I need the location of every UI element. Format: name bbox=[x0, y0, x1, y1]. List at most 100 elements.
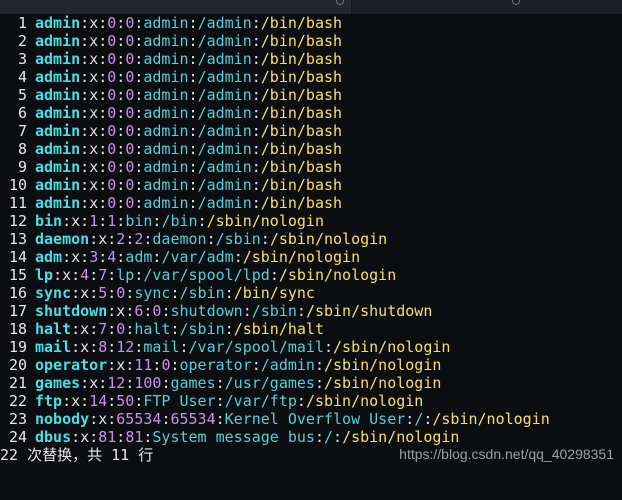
passwd-password: x bbox=[89, 50, 99, 68]
code-line[interactable]: 10 admin:x:0:0:admin:/admin:/bin/bash bbox=[0, 176, 622, 194]
field-separator: : bbox=[170, 320, 180, 338]
passwd-username: daemon bbox=[35, 230, 90, 248]
passwd-uid: 5 bbox=[98, 284, 108, 302]
field-separator: : bbox=[206, 230, 216, 248]
field-separator: : bbox=[71, 284, 81, 302]
code-line[interactable]: 7 admin:x:0:0:admin:/admin:/bin/bash bbox=[0, 122, 622, 140]
passwd-gecos: admin bbox=[143, 50, 189, 68]
code-line[interactable]: 1 admin:x:0:0:admin:/admin:/bin/bash bbox=[0, 14, 622, 32]
editor-text-area[interactable]: 1 admin:x:0:0:admin:/admin:/bin/bash 2 admi… bbox=[0, 14, 622, 446]
passwd-gecos: admin bbox=[143, 104, 189, 122]
line-number: 8 bbox=[17, 140, 27, 158]
code-line[interactable]: 8 admin:x:0:0:admin:/admin:/bin/bash bbox=[0, 140, 622, 158]
passwd-gecos: admin bbox=[143, 86, 189, 104]
field-separator: : bbox=[188, 176, 198, 194]
code-line[interactable]: 22 ftp:x:14:50:FTP User:/var/ftp:/sbin/no… bbox=[0, 392, 622, 410]
code-line[interactable]: 17 shutdown:x:6:0:shutdown:/sbin:/sbin/sh… bbox=[0, 302, 622, 320]
field-separator: : bbox=[116, 14, 126, 32]
passwd-gecos: lp bbox=[116, 266, 135, 284]
code-line[interactable]: 19 mail:x:8:12:mail:/var/spool/mail:/sbin… bbox=[0, 338, 622, 356]
passwd-home: / bbox=[324, 428, 334, 446]
code-line[interactable]: 14 adm:x:3:4:adm:/var/adm:/sbin/nologin bbox=[0, 248, 622, 266]
field-separator: : bbox=[233, 248, 243, 266]
passwd-gid: 0 bbox=[125, 68, 135, 86]
field-separator: : bbox=[125, 356, 135, 374]
code-line[interactable]: 20 operator:x:11:0:operator:/admin:/sbin/… bbox=[0, 356, 622, 374]
passwd-password: x bbox=[89, 176, 99, 194]
field-separator: : bbox=[116, 86, 126, 104]
line-content: mail:x:8:12:mail:/var/spool/mail:/sbin/n… bbox=[35, 338, 450, 356]
code-line[interactable]: 23 nobody:x:65534:65534:Kernel Overflow U… bbox=[0, 410, 622, 428]
field-separator: : bbox=[80, 374, 90, 392]
field-separator: : bbox=[71, 428, 81, 446]
passwd-gid: 0 bbox=[125, 32, 135, 50]
passwd-gid: 0 bbox=[125, 194, 135, 212]
passwd-gid: 12 bbox=[116, 338, 135, 356]
field-separator: : bbox=[251, 194, 261, 212]
field-separator: : bbox=[179, 338, 189, 356]
tab-inactive[interactable] bbox=[352, 0, 622, 14]
passwd-gid: 100 bbox=[134, 374, 162, 392]
close-icon[interactable] bbox=[512, 0, 520, 5]
passwd-gecos: FTP User bbox=[143, 392, 216, 410]
code-line[interactable]: 15 lp:x:4:7:lp:/var/spool/lpd:/sbin/nolog… bbox=[0, 266, 622, 284]
passwd-username: operator bbox=[35, 356, 108, 374]
passwd-uid: 0 bbox=[107, 140, 117, 158]
passwd-password: x bbox=[98, 410, 108, 428]
line-content: games:x:12:100:games:/usr/games:/sbin/no… bbox=[35, 374, 441, 392]
line-content: admin:x:0:0:admin:/admin:/bin/bash bbox=[35, 68, 342, 86]
code-line[interactable]: 11 admin:x:0:0:admin:/admin:/bin/bash bbox=[0, 194, 622, 212]
passwd-username: admin bbox=[35, 194, 81, 212]
code-line[interactable]: 12 bin:x:1:1:bin:/bin:/sbin/nologin bbox=[0, 212, 622, 230]
field-separator: : bbox=[98, 158, 108, 176]
passwd-gecos: admin bbox=[143, 14, 189, 32]
field-separator: : bbox=[188, 68, 198, 86]
passwd-gecos: daemon bbox=[152, 230, 207, 248]
field-separator: : bbox=[116, 428, 126, 446]
code-line[interactable]: 21 games:x:12:100:games:/usr/games:/sbin/… bbox=[0, 374, 622, 392]
field-separator: : bbox=[125, 320, 135, 338]
passwd-home: /var/ftp bbox=[224, 392, 297, 410]
line-number: 21 bbox=[8, 374, 27, 392]
line-number: 10 bbox=[8, 176, 27, 194]
passwd-home: /admin bbox=[197, 176, 252, 194]
passwd-gecos: adm bbox=[125, 248, 153, 266]
code-line[interactable]: 13 daemon:x:2:2:daemon:/sbin:/sbin/nologi… bbox=[0, 230, 622, 248]
code-line[interactable]: 2 admin:x:0:0:admin:/admin:/bin/bash bbox=[0, 32, 622, 50]
passwd-password: x bbox=[89, 68, 99, 86]
field-separator: : bbox=[80, 158, 90, 176]
code-line[interactable]: 18 halt:x:7:0:halt:/sbin:/sbin/halt bbox=[0, 320, 622, 338]
tab-active[interactable] bbox=[0, 0, 351, 14]
line-content: admin:x:0:0:admin:/admin:/bin/bash bbox=[35, 176, 342, 194]
field-separator: : bbox=[251, 14, 261, 32]
field-separator: : bbox=[116, 248, 126, 266]
field-separator: : bbox=[107, 410, 117, 428]
field-separator: : bbox=[296, 392, 306, 410]
code-line[interactable]: 6 admin:x:0:0:admin:/admin:/bin/bash bbox=[0, 104, 622, 122]
field-separator: : bbox=[251, 50, 261, 68]
passwd-home: /admin bbox=[197, 158, 252, 176]
field-separator: : bbox=[107, 356, 117, 374]
field-separator: : bbox=[251, 176, 261, 194]
passwd-home: /sbin bbox=[179, 284, 225, 302]
passwd-gecos: sync bbox=[134, 284, 171, 302]
passwd-shell: /bin/bash bbox=[260, 68, 343, 86]
field-separator: : bbox=[107, 266, 117, 284]
passwd-home: /usr/games bbox=[224, 374, 315, 392]
passwd-username: admin bbox=[35, 86, 81, 104]
field-separator: : bbox=[269, 266, 279, 284]
line-number: 15 bbox=[8, 266, 27, 284]
passwd-uid: 3 bbox=[89, 248, 99, 266]
code-line[interactable]: 9 admin:x:0:0:admin:/admin:/bin/bash bbox=[0, 158, 622, 176]
code-line[interactable]: 5 admin:x:0:0:admin:/admin:/bin/bash bbox=[0, 86, 622, 104]
close-icon[interactable] bbox=[336, 0, 344, 5]
passwd-home: /admin bbox=[197, 14, 252, 32]
line-number: 22 bbox=[8, 392, 27, 410]
code-line[interactable]: 3 admin:x:0:0:admin:/admin:/bin/bash bbox=[0, 50, 622, 68]
field-separator: : bbox=[314, 428, 324, 446]
code-line[interactable]: 16 sync:x:5:0:sync:/sbin:/bin/sync bbox=[0, 284, 622, 302]
code-line[interactable]: 24 dbus:x:81:81:System message bus:/:/sbi… bbox=[0, 428, 622, 446]
field-separator: : bbox=[98, 176, 108, 194]
code-line[interactable]: 4 admin:x:0:0:admin:/admin:/bin/bash bbox=[0, 68, 622, 86]
line-number: 12 bbox=[8, 212, 27, 230]
